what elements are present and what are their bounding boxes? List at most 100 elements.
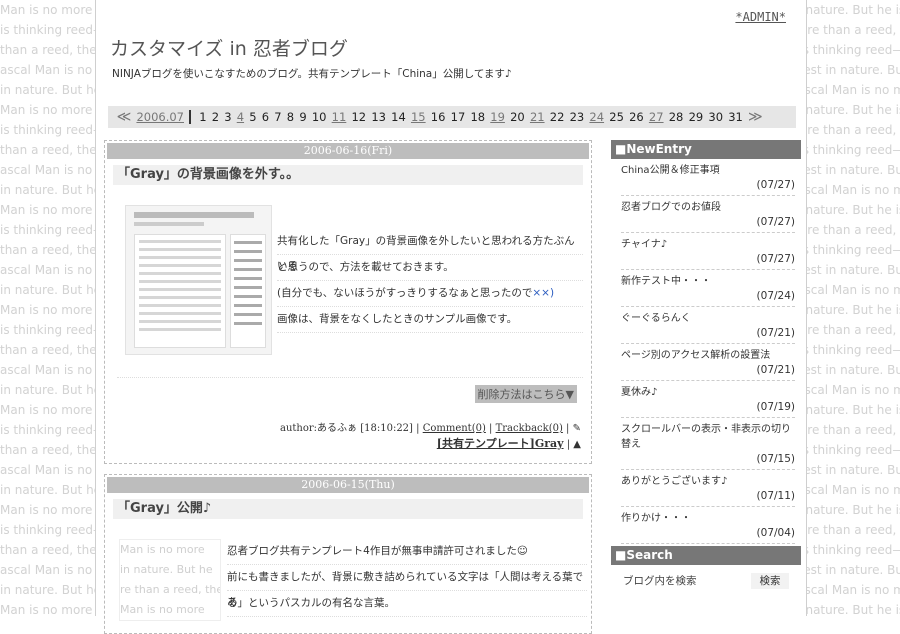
- entry-title[interactable]: 「Gray」公開♪: [113, 499, 583, 519]
- entry-paragraph-text: (自分でも、ないほうがすっきりするなぁと思ったので: [277, 287, 533, 299]
- newentry-title[interactable]: ありがとうございます♪: [621, 470, 795, 489]
- calendar-next-arrow-icon[interactable]: ≫: [748, 109, 763, 125]
- entry-paragraph: 画像は、背景をなくしたときのサンプル画像です。: [277, 307, 583, 333]
- page-container: *ADMIN* カスタマイズ in 忍者ブログ NINJAブログを使いこなすため…: [95, 0, 807, 634]
- newentry-date: (07/27): [756, 216, 795, 228]
- entry-paragraph: る」というパスカルの有名な言葉。: [227, 591, 587, 617]
- search-input[interactable]: ブログ内を検索: [621, 573, 741, 589]
- entry-body: 忍者ブログ共有テンプレート4作目が無事申請許可されました☺ 前にも書きましたが、…: [227, 539, 587, 617]
- calendar-day-27[interactable]: 27: [649, 110, 664, 124]
- category-link[interactable]: [共有テンプレート]Gray: [437, 437, 564, 450]
- newentry-item[interactable]: 忍者ブログでのお値段 (07/27): [621, 196, 795, 233]
- newentry-item[interactable]: ありがとうございます♪ (07/11): [621, 470, 795, 507]
- newentry-item[interactable]: スクロールバーの表示・非表示の切り替え (07/15): [621, 418, 795, 470]
- newentry-date: (07/21): [756, 327, 795, 339]
- calendar-day-1: 1: [199, 110, 207, 124]
- calendar-month-link[interactable]: 2006.07: [136, 110, 184, 124]
- newentry-title[interactable]: ぐーぐるらんく: [621, 307, 795, 326]
- calendar-day-26: 26: [629, 110, 644, 124]
- entry-card: 2006-06-16(Fri) 「Gray」の背景画像を外す。。 共有化した「G…: [104, 140, 592, 464]
- calendar-day-19[interactable]: 19: [490, 110, 505, 124]
- newentry-title[interactable]: 新作テスト中・・・: [621, 270, 795, 289]
- divider: [117, 377, 583, 378]
- calendar-bar: ≪ 2006.07 1 2 3 4 5 6 7 8 9 10 11 12 13 14 15 16 17 18 19 2…: [108, 106, 796, 128]
- newentry-item[interactable]: 新作テスト中・・・ (07/24): [621, 270, 795, 307]
- read-more-button[interactable]: 削除方法はこちら▼: [474, 385, 577, 403]
- calendar-day-24[interactable]: 24: [589, 110, 604, 124]
- comment-link[interactable]: Comment(0): [423, 423, 486, 434]
- entry-author: author:あるふぁ [18:10:22]: [280, 423, 413, 434]
- newentry-title[interactable]: スクロールバーの表示・非表示の切り替え: [621, 418, 795, 452]
- newentry-item[interactable]: 夏休み♪ (07/19): [621, 381, 795, 418]
- image-text: Man is no more: [120, 543, 205, 556]
- newentry-date: (07/04): [756, 527, 795, 539]
- calendar-day-3: 3: [224, 110, 232, 124]
- image-text: re than a reed, the: [120, 583, 221, 596]
- newentry-title[interactable]: 忍者ブログでのお値段: [621, 196, 795, 215]
- calendar-day-15[interactable]: 15: [411, 110, 426, 124]
- calendar-day-21[interactable]: 21: [530, 110, 545, 124]
- admin-link[interactable]: *ADMIN*: [735, 10, 786, 24]
- calendar-day-31: 31: [728, 110, 743, 124]
- entry-paragraph: 共有化した「Gray」の背景画像を外したいと思われる方たぶんいる: [277, 229, 583, 272]
- search-heading: ■Search: [611, 546, 801, 565]
- calendar-divider: [188, 110, 191, 124]
- newentry-item[interactable]: 作りかけ・・・ (07/04): [621, 507, 795, 544]
- calendar-day-10: 10: [311, 110, 327, 124]
- newentry-date: (07/27): [756, 179, 795, 191]
- calendar-prev-arrow-icon[interactable]: ≪: [117, 109, 132, 125]
- calendar-day-16: 16: [430, 110, 446, 124]
- calendar-day-6: 6: [261, 110, 270, 124]
- calendar-day-28: 28: [668, 110, 684, 124]
- sidebar: ■NewEntry China公開＆修正事項 (07/27) 忍者ブログでのお値段(…: [611, 140, 801, 544]
- entry-paragraph: 前にも書きましたが、背景に敷き詰められている文字は「人間は考える葉であ: [227, 565, 587, 608]
- calendar-day-12: 12: [351, 110, 367, 124]
- calendar-day-30: 30: [708, 110, 724, 124]
- newentry-item[interactable]: ぐーぐるらんく (07/21): [621, 307, 795, 344]
- calendar-day-4[interactable]: 4: [237, 110, 244, 124]
- newentry-date: (07/19): [756, 401, 795, 413]
- page-top-arrow-icon[interactable]: ▲: [573, 439, 581, 450]
- entry-body: 共有化した「Gray」の背景画像を外したいと思われる方たぶんいる と思うので、方…: [277, 229, 583, 333]
- newentry-date: (07/21): [756, 364, 795, 376]
- entry-paragraph: と思うので、方法を載せておきます。: [277, 255, 583, 281]
- newentry-date: (07/11): [756, 490, 795, 502]
- newentry-title[interactable]: 作りかけ・・・: [621, 507, 795, 526]
- newentry-date: (07/24): [756, 290, 795, 302]
- calendar-day-25: 25: [609, 110, 624, 124]
- image-text: Man is no more: [120, 603, 205, 616]
- entry-meta: author:あるふぁ [18:10:22] | Comment(0) | Tr…: [280, 423, 581, 450]
- site-title[interactable]: カスタマイズ in 忍者ブログ: [110, 34, 348, 61]
- edit-icon[interactable]: ✎: [573, 423, 581, 434]
- search-button[interactable]: 検索: [751, 573, 789, 589]
- newentry-item[interactable]: チャイナ♪ (07/27): [621, 233, 795, 270]
- calendar-day-23: 23: [569, 110, 585, 124]
- calendar-day-29: 29: [688, 110, 704, 124]
- calendar-day-2: 2: [211, 110, 220, 124]
- sample-background-image: Man is no more in nature. But he re than…: [119, 539, 221, 621]
- entry-card: 2006-06-15(Thu) 「Gray」公開♪ Man is no more…: [104, 474, 592, 634]
- newentry-title[interactable]: 夏休み♪: [621, 381, 795, 400]
- search-row: ブログ内を検索 検索: [621, 573, 801, 589]
- calendar-day-17: 17: [450, 110, 466, 124]
- entry-title[interactable]: 「Gray」の背景画像を外す。。: [113, 165, 583, 185]
- calendar-day-11[interactable]: 11: [332, 110, 347, 124]
- newentry-date: (07/27): [756, 253, 795, 265]
- newentry-item[interactable]: ページ別のアクセス解析の設置法 (07/21): [621, 344, 795, 381]
- calendar-day-5: 5: [249, 110, 257, 124]
- trackback-link[interactable]: Trackback(0): [496, 423, 563, 434]
- newentry-title[interactable]: チャイナ♪: [621, 233, 795, 252]
- newentry-list: China公開＆修正事項 (07/27) 忍者ブログでのお値段 (07/27) チャイナ…: [611, 159, 801, 544]
- site-subtitle: NINJAブログを使いこなすためのブログ。共有テンプレート「China」公開して…: [112, 68, 512, 80]
- sample-screenshot-image: [125, 205, 272, 355]
- calendar-day-7: 7: [274, 110, 282, 124]
- calendar-day-8: 8: [286, 110, 295, 124]
- entry-paragraph: 忍者ブログ共有テンプレート4作目が無事申請許可されました☺: [227, 539, 587, 565]
- newentry-title[interactable]: ページ別のアクセス解析の設置法: [621, 344, 795, 363]
- image-text: in nature. But he: [120, 563, 213, 576]
- calendar-day-9: 9: [299, 110, 307, 124]
- newentry-title[interactable]: China公開＆修正事項: [621, 159, 795, 178]
- newentry-item[interactable]: China公開＆修正事項 (07/27): [621, 159, 795, 196]
- calendar-day-18: 18: [470, 110, 486, 124]
- newentry-date: (07/15): [756, 453, 795, 465]
